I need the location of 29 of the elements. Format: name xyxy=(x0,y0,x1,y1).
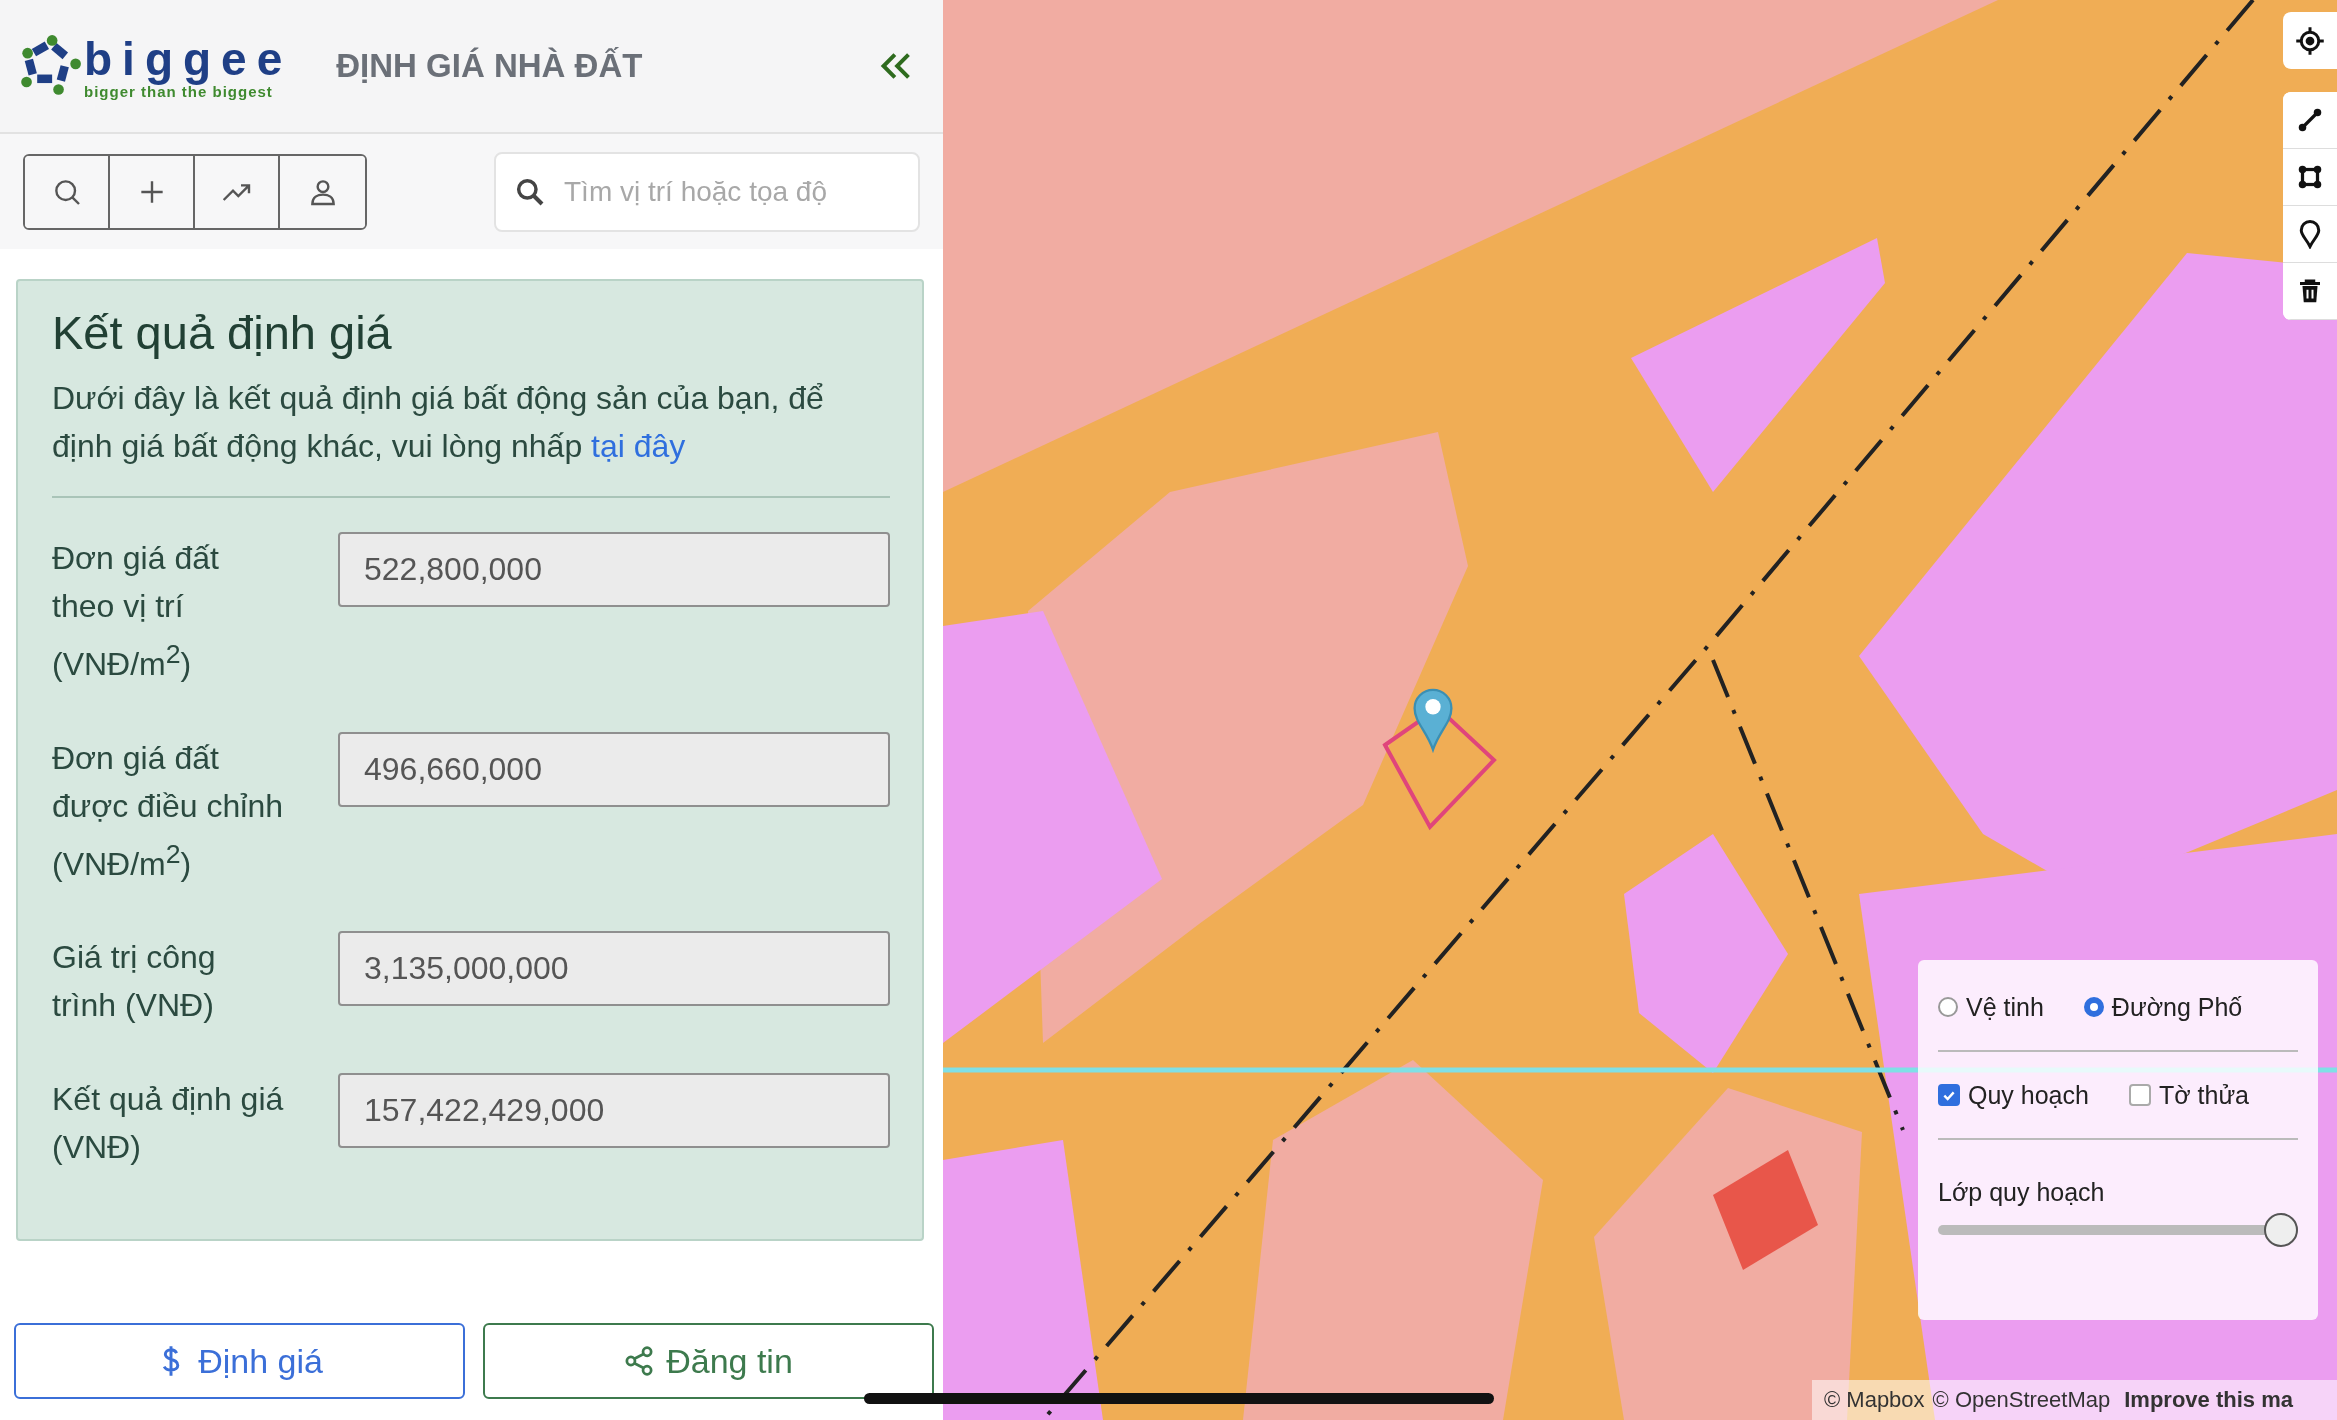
opacity-slider[interactable] xyxy=(1938,1213,2298,1247)
draw-line-button[interactable] xyxy=(2283,92,2337,149)
basemap-radio[interactable]: Đường Phố xyxy=(2083,992,2243,1022)
logo-icon xyxy=(18,34,82,98)
result-title: Kết quả định giá xyxy=(52,305,393,360)
field-label: Kết quả định giá (VNĐ) xyxy=(52,1080,285,1168)
post-button[interactable]: Đăng tin xyxy=(483,1323,934,1399)
crosshair-icon xyxy=(2295,25,2325,56)
field-label: Giá trị công trình (VNĐ) xyxy=(52,938,217,1026)
value-field[interactable]: 522,800,000 xyxy=(338,532,890,607)
value-field[interactable]: 496,660,000 xyxy=(338,731,890,807)
layer-checkbox[interactable]: Quy hoạch xyxy=(1938,1080,2089,1110)
logo-wordmark: biggee xyxy=(84,33,293,84)
map-attribution: © Mapbox © OpenStreetMap Improve this ma xyxy=(1812,1380,2337,1420)
field-label: Đơn giá đất theo vị trí (VNĐ/m$^{2}$) xyxy=(52,539,220,684)
value-field[interactable]: 3,135,000,000 xyxy=(338,931,890,1007)
app-title: ĐỊNH GIÁ NHÀ ĐẤT xyxy=(336,47,644,85)
field-label: Đơn giá đất được điều chỉnh (VNĐ/m$^{2}$) xyxy=(52,738,284,884)
valuate-button[interactable]: Định giá xyxy=(14,1323,465,1399)
layer-checkbox[interactable]: Tờ thửa xyxy=(2128,1080,2250,1110)
basemap-radio[interactable]: Vệ tinh xyxy=(1938,992,2044,1022)
share-icon xyxy=(624,1344,655,1378)
geolocate-button[interactable] xyxy=(2283,12,2337,69)
here-link[interactable]: tại đây xyxy=(591,428,686,464)
result-description: Dưới đây là kết quả định giá bất động sản của bạn, để định giá bất động khác, vui lòng nhấp tại đây xyxy=(52,379,825,466)
search-tool-button[interactable] xyxy=(25,155,110,228)
search-field[interactable]: Tìm vị trí hoặc tọa độ xyxy=(494,151,920,232)
value-field[interactable]: 157,422,429,000 xyxy=(338,1073,890,1149)
opacity-label: Lớp quy hoạch xyxy=(1938,1178,2106,1207)
